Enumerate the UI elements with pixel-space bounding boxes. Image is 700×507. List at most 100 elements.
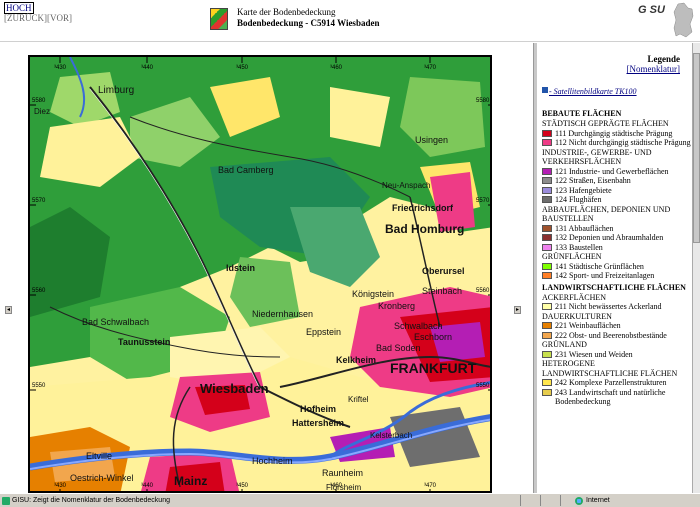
legend-swatch xyxy=(542,243,552,251)
legend-swatch xyxy=(542,388,552,396)
place-label: Schwalbach xyxy=(394,321,443,331)
place-label: Oberursel xyxy=(422,266,465,276)
header-frame: HOCH [ZURÜCK] [VOR] Karte der Bodenbedec… xyxy=(0,0,700,42)
legend-item: 133 Baustellen xyxy=(542,243,692,253)
legend-item: 122 Straßen, Eisenbahn xyxy=(542,176,692,186)
nav-forward-link[interactable]: [VOR] xyxy=(47,13,72,23)
grid-label-bottom: ³450 xyxy=(236,483,249,489)
place-label: Steinbach xyxy=(422,286,462,296)
legend-item-label: 243 Landwirtschaft und natürliche Bodenb… xyxy=(555,387,666,407)
legend-item-label: 124 Flughäfen xyxy=(555,195,602,204)
legend-item-label: 211 Nicht bewässertes Ackerland xyxy=(555,302,662,311)
place-label: Niedernhausen xyxy=(252,309,313,319)
page-subtitle: Karte der Bodenbedeckung xyxy=(237,7,336,17)
legend-swatch xyxy=(542,331,552,339)
legend-swatch xyxy=(542,234,552,241)
legend-item: 142 Sport- und Freizeitanlagen xyxy=(542,271,692,281)
legend-item: 211 Nicht bewässertes Ackerland xyxy=(542,302,692,312)
nav-back-link[interactable]: [ZURÜCK] xyxy=(4,13,47,23)
place-label: Hochheim xyxy=(252,456,293,466)
grid-label-right: 5580 xyxy=(476,98,490,104)
legend-subsection-heading: GRÜNFLÄCHEN xyxy=(542,252,602,261)
gisu-logo-text: G SU xyxy=(638,4,665,16)
legend-panel: Legende [Nomenklatur] - Satellitenbildka… xyxy=(537,43,692,493)
map-icon xyxy=(210,8,228,30)
legend-item: 231 Wiesen und Weiden xyxy=(542,350,692,360)
land-cover-map[interactable]: ³430 ³440 ³450 ³460 ³470 ³430 ³440 ³450 … xyxy=(28,55,492,493)
legend-item-label: 142 Sport- und Freizeitanlagen xyxy=(555,271,655,280)
legend-subsection-heading: INDUSTRIE-, GEWERBE- UND VERKEHRSFLÄCHEN xyxy=(542,147,652,167)
place-label: Königstein xyxy=(352,289,394,299)
place-label: Eschborn xyxy=(414,332,452,342)
legend-swatch xyxy=(542,262,552,270)
legend-item: 243 Landwirtschaft und natürliche Bodenb… xyxy=(542,388,692,407)
legend-item: 132 Deponien und Abraumhalden xyxy=(542,233,692,243)
place-label: Bad Schwalbach xyxy=(82,317,149,327)
grid-label-left: 5570 xyxy=(32,198,46,204)
grid-label-top: ³470 xyxy=(424,65,437,71)
place-label: Taunusstein xyxy=(118,337,170,347)
legend-swatch xyxy=(542,177,552,184)
legend-subsection-heading: STÄDTISCH GEPRÄGTE FLÄCHEN xyxy=(542,119,669,128)
place-label: Raunheim xyxy=(322,468,363,478)
place-label: Idstein xyxy=(226,263,255,273)
legend-item-label: 122 Straßen, Eisenbahn xyxy=(555,176,631,185)
place-label: Flörsheim xyxy=(326,483,361,492)
legend-swatch xyxy=(542,379,552,386)
page-title: Bodenbedeckung - C5914 Wiesbaden xyxy=(237,18,380,28)
legend-swatch xyxy=(542,196,552,203)
legend-item-label: 121 Industrie- und Gewerbeflächen xyxy=(555,166,669,176)
page-icon xyxy=(2,497,10,505)
legend-list: BEBAUTE FLÄCHEN STÄDTISCH GEPRÄGTE FLÄCHE… xyxy=(542,107,692,407)
satellite-map-icon[interactable] xyxy=(542,87,548,93)
grid-label-bottom: ³440 xyxy=(141,483,154,489)
legend-item-label: 133 Baustellen xyxy=(555,242,603,252)
place-label: Kelsterbach xyxy=(370,431,412,440)
legend-swatch xyxy=(542,224,552,232)
legend-swatch xyxy=(542,350,552,358)
legend-item-label: 221 Weinbauflächen xyxy=(555,321,621,330)
legend-item-label: 131 Abbauflächen xyxy=(555,223,614,233)
legend-subsection-heading: GRÜNLAND xyxy=(542,340,587,349)
grid-label-right: 5550 xyxy=(476,383,490,389)
legend-title: Legende xyxy=(647,54,681,64)
app-window: HOCH [ZURÜCK] [VOR] Karte der Bodenbedec… xyxy=(0,0,700,507)
legend-subsection-heading: HETEROGENE LANDWIRTSCHAFTLICHE FLÄCHEN xyxy=(542,359,678,378)
legend-swatch xyxy=(542,167,552,175)
place-label: Bad Camberg xyxy=(218,165,274,175)
nomenklatur-link[interactable]: [Nomenklatur] xyxy=(627,64,680,74)
legend-item: 121 Industrie- und Gewerbeflächen xyxy=(542,167,692,177)
legend-item-label: 231 Wiesen und Weiden xyxy=(555,349,633,359)
legend-item-label: 242 Komplexe Parzellenstrukturen xyxy=(555,378,667,387)
legend-item-label: 132 Deponien und Abraumhalden xyxy=(555,233,664,242)
satellite-map-link[interactable]: - Satellitenbildkarte TK100 xyxy=(549,87,637,96)
legend-item-label: 112 Nicht durchgängig städtische Prägung xyxy=(555,138,691,147)
place-label: Friedrichsdorf xyxy=(392,203,454,213)
place-label: Mainz xyxy=(174,474,207,488)
grid-label-left: 5560 xyxy=(32,288,46,294)
legend-item-label: 123 Hafengebiete xyxy=(555,185,612,195)
legend-scrollbar-thumb[interactable] xyxy=(693,53,700,243)
internet-zone-icon xyxy=(575,497,583,505)
pan-right-button[interactable]: ▸ xyxy=(514,306,521,314)
grid-label-right: 5560 xyxy=(476,288,490,294)
place-label: Bad Soden xyxy=(376,343,421,353)
place-label: Limburg xyxy=(98,85,134,96)
legend-item-label: 141 Städtische Grünflächen xyxy=(555,261,644,271)
place-label: Hofheim xyxy=(300,404,336,414)
grid-label-top: ³460 xyxy=(330,65,343,71)
legend-subsection-heading: ACKERFLÄCHEN xyxy=(542,292,607,302)
status-separator xyxy=(540,495,541,506)
legend-item-label: 111 Durchgängig städtische Prägung xyxy=(555,128,673,138)
map-canvas: ³430 ³440 ³450 ³460 ³470 ³430 ³440 ³450 … xyxy=(30,57,490,492)
legend-scrollbar[interactable] xyxy=(692,43,700,493)
legend-swatch xyxy=(542,129,552,137)
status-bar: GISU: Zeigt die Nomenklatur der Bodenbed… xyxy=(0,493,700,507)
legend-item: 111 Durchgängig städtische Prägung xyxy=(542,129,692,139)
pan-left-button[interactable]: ◂ xyxy=(5,306,12,314)
place-label: Hattersheim xyxy=(292,418,344,428)
grid-label-top: ³440 xyxy=(141,65,154,71)
status-separator xyxy=(520,495,521,506)
legend-item: 131 Abbauflächen xyxy=(542,224,692,234)
legend-swatch xyxy=(542,303,552,310)
